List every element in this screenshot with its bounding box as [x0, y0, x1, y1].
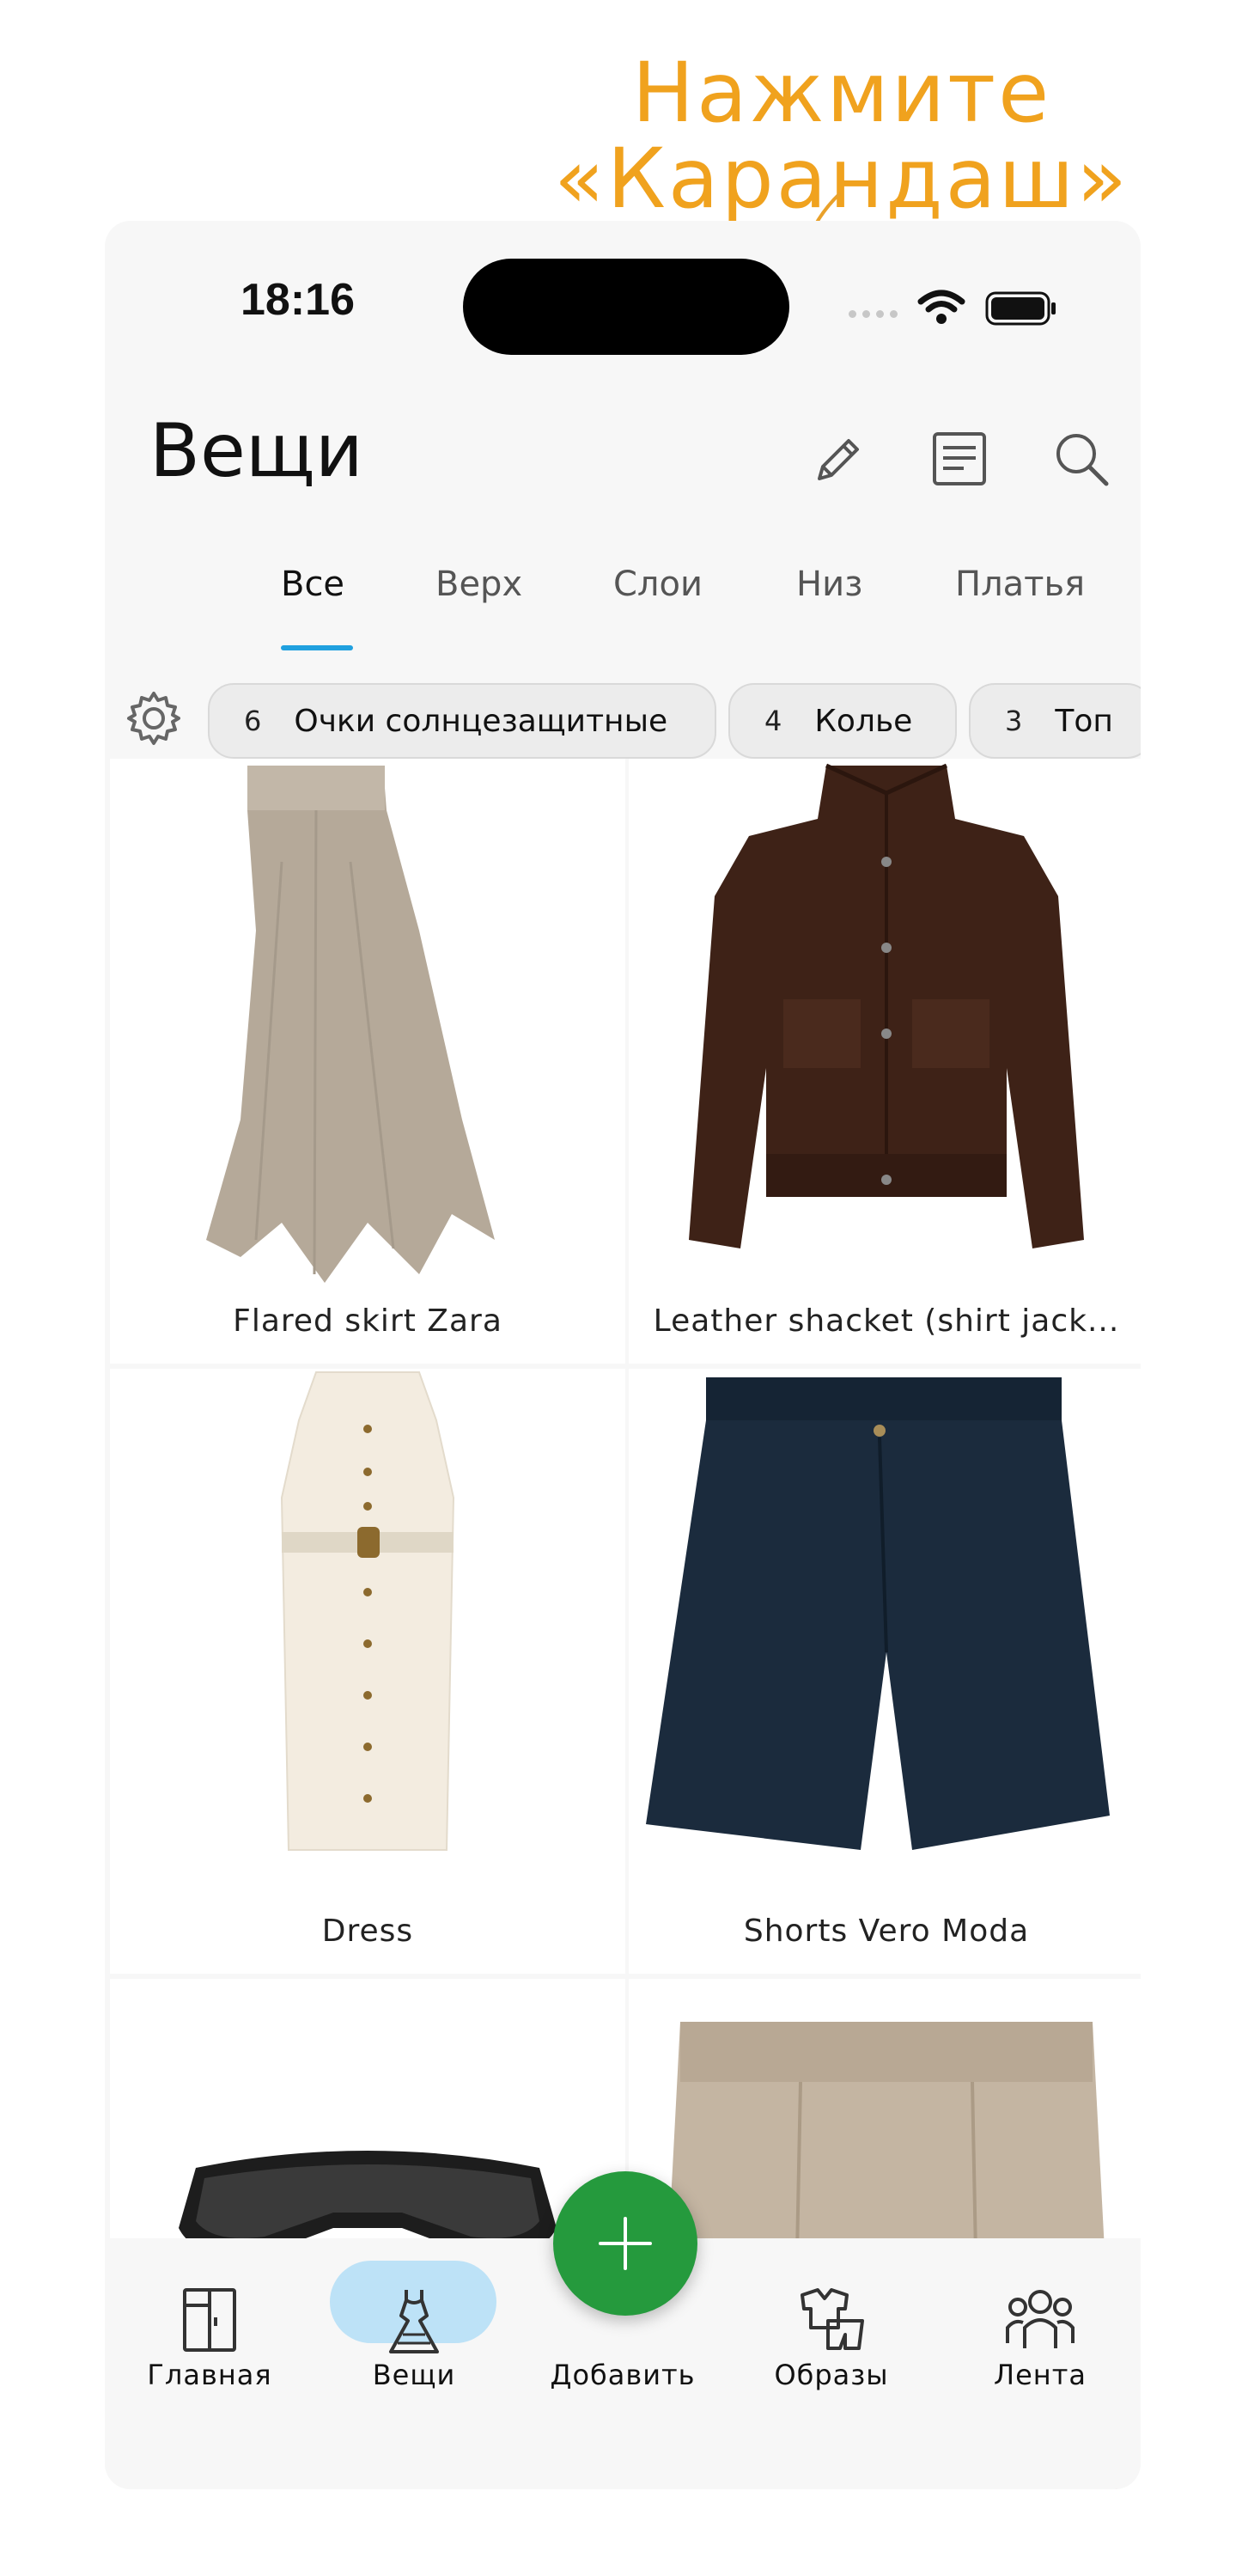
active-tab-indicator — [281, 645, 353, 650]
chip-count: 6 — [244, 705, 262, 737]
category-tabs: Все Верх Слои Низ Платья — [105, 565, 1141, 668]
chip-count: 4 — [764, 705, 782, 737]
chip-label: Топ — [1055, 703, 1113, 739]
tab-layers[interactable]: Слои — [613, 565, 703, 604]
nav-label: Добавить — [550, 2359, 696, 2391]
gear-icon[interactable] — [124, 688, 184, 748]
tab-dresses[interactable]: Платья — [955, 565, 1085, 604]
plus-icon — [599, 2217, 652, 2270]
nav-item-feed[interactable]: Лента — [954, 2238, 1126, 2410]
item-caption: Shorts Vero Moda — [743, 1914, 1030, 1949]
filter-chips: 6 Очки солнцезащитные 4 Колье 3 Топ — [105, 666, 1141, 759]
item-card[interactable]: Dress — [110, 1369, 625, 1974]
nav-label: Вещи — [372, 2359, 456, 2391]
callout-line-1: Нажмите — [631, 45, 1052, 141]
chip-count: 3 — [1005, 705, 1023, 737]
tab-tops[interactable]: Верх — [435, 565, 522, 604]
dress-icon — [389, 2290, 439, 2353]
nav-label: Главная — [147, 2359, 272, 2391]
item-caption: Dress — [321, 1914, 414, 1949]
wardrobe-icon — [183, 2288, 236, 2352]
nav-item-outfits[interactable]: Образы — [746, 2238, 917, 2410]
tab-bottoms[interactable]: Низ — [796, 565, 862, 604]
add-item-button[interactable] — [553, 2171, 697, 2316]
shorts-image — [646, 1377, 1110, 1850]
list-icon[interactable] — [928, 427, 991, 491]
status-time: 18:16 — [240, 275, 355, 325]
chip-top[interactable]: 3 Топ — [969, 683, 1141, 759]
item-caption: Flared skirt Zara — [233, 1303, 502, 1339]
dress-image — [280, 1371, 455, 1851]
jacket-image — [689, 763, 1084, 1248]
callout-line-2: «Карандаш» — [553, 131, 1130, 227]
search-icon[interactable] — [1050, 427, 1113, 491]
item-card[interactable]: Leather shacket (shirt jack... — [629, 759, 1141, 1364]
pencil-icon[interactable] — [806, 427, 869, 491]
chip-necklace[interactable]: 4 Колье — [728, 683, 957, 759]
nav-label: Образы — [774, 2359, 889, 2391]
signal-icon — [849, 310, 898, 318]
chip-sunglasses[interactable]: 6 Очки солнцезащитные — [208, 683, 716, 759]
wifi-icon — [917, 290, 965, 324]
outfit-icon — [801, 2288, 864, 2350]
nav-item-items[interactable]: Вещи — [328, 2238, 500, 2410]
nav-label: Лента — [994, 2359, 1087, 2391]
status-bar: 18:16 — [105, 221, 1141, 358]
page-title: Вещи — [149, 408, 363, 494]
phone-screen: 18:16 Вещи Все Верх Слои Низ Платья 6 Оч… — [105, 221, 1141, 2489]
tab-all[interactable]: Все — [281, 565, 344, 604]
chip-label: Очки солнцезащитные — [294, 703, 668, 739]
dynamic-island — [463, 259, 789, 355]
chip-label: Колье — [814, 703, 913, 739]
nav-item-home[interactable]: Главная — [124, 2238, 295, 2410]
item-card[interactable]: Shorts Vero Moda — [629, 1369, 1141, 1974]
item-caption: Leather shacket (shirt jack... — [653, 1303, 1120, 1339]
item-card[interactable]: Flared skirt Zara — [110, 759, 625, 1364]
people-icon — [1006, 2290, 1075, 2348]
battery-icon — [985, 291, 1056, 326]
skirt-image — [206, 766, 495, 1283]
callout-annotation: Нажмите «Карандаш» — [515, 50, 1168, 222]
